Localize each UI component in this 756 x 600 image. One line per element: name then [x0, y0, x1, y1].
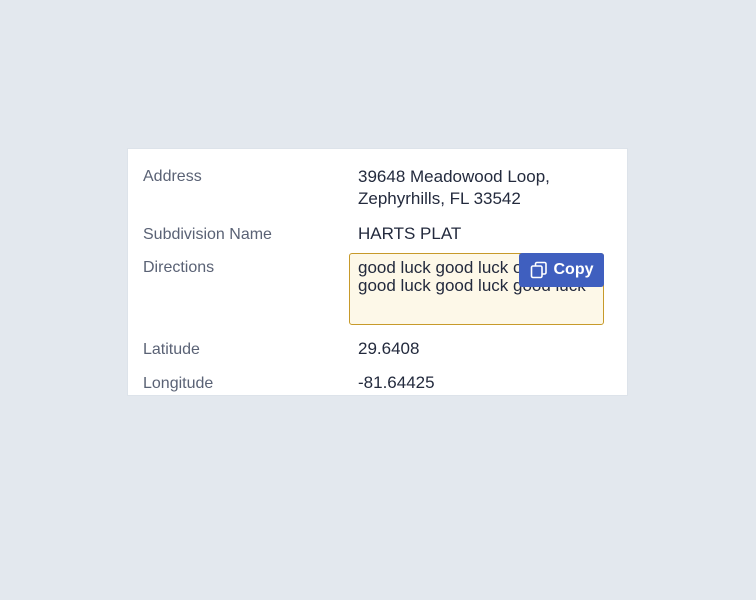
- address-label: Address: [143, 168, 202, 185]
- subdivision-label: Subdivision Name: [143, 226, 272, 243]
- directions-highlight: good luck good luck oh oh good luck good…: [349, 253, 604, 325]
- latitude-label: Latitude: [143, 341, 200, 358]
- latitude-value: 29.6408: [358, 339, 420, 358]
- longitude-label: Longitude: [143, 375, 214, 392]
- property-details-card: Address 39648 Meadowood Loop, Zephyrhill…: [127, 148, 628, 396]
- copy-button[interactable]: Copy: [519, 253, 604, 287]
- address-line1: 39648 Meadowood Loop,: [358, 167, 550, 186]
- subdivision-value: HARTS PLAT: [358, 224, 462, 243]
- address-line2: Zephyrhills, FL 33542: [358, 189, 521, 208]
- copy-icon: [530, 261, 548, 279]
- copy-button-label: Copy: [553, 261, 594, 278]
- longitude-value: -81.64425: [358, 373, 435, 392]
- directions-label: Directions: [143, 259, 215, 276]
